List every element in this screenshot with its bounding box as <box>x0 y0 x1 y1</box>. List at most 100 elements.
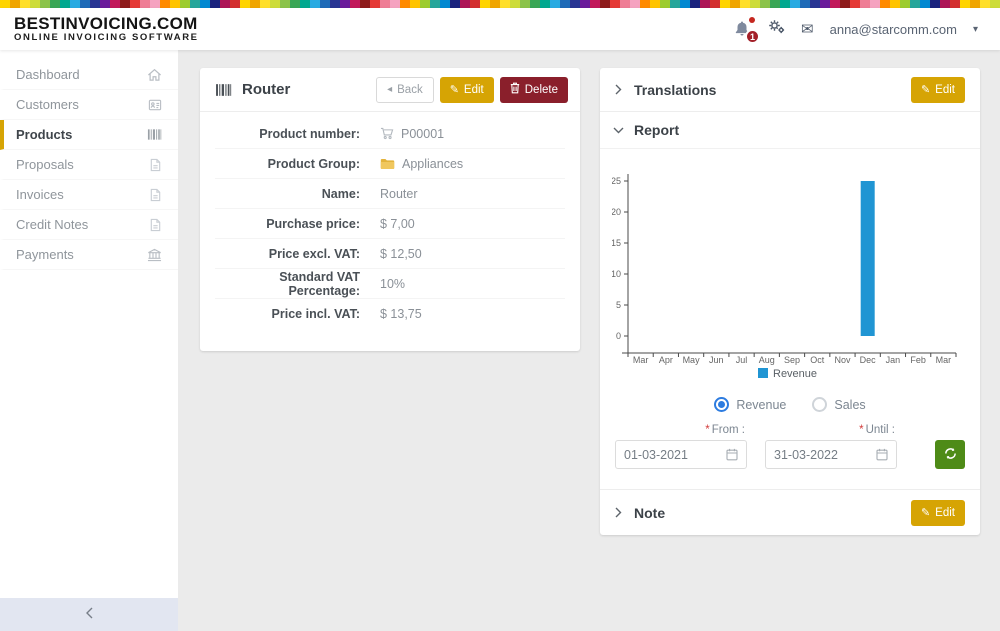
svg-text:25: 25 <box>612 176 621 186</box>
sidebar: Dashboard Customers Products Proposals I… <box>0 50 178 631</box>
edit-product-button[interactable]: ✎ Edit <box>440 77 494 103</box>
report-type-radios: Revenue Sales <box>600 391 980 414</box>
refresh-report-button[interactable] <box>935 440 965 469</box>
field-price-incl-vat: Price incl. VAT: $ 13,75 <box>215 299 565 329</box>
radio-circle-icon <box>812 397 827 412</box>
main-content: Router ◂ Back ✎ Edit Delete <box>178 50 1000 631</box>
svg-text:Oct: Oct <box>810 355 825 365</box>
from-date-input[interactable]: 01-03-2021 <box>615 440 747 469</box>
sidebar-item-invoices[interactable]: Invoices <box>0 180 178 210</box>
notifications-button[interactable]: 1 <box>734 20 752 38</box>
svg-text:15: 15 <box>612 238 621 248</box>
translations-section-header[interactable]: Translations ✎ Edit <box>600 68 980 112</box>
folder-icon <box>380 158 395 170</box>
sidebar-item-payments[interactable]: Payments <box>0 240 178 270</box>
file-pdf-icon <box>149 188 162 202</box>
id-card-icon <box>148 98 162 112</box>
sidebar-item-products[interactable]: Products <box>0 120 178 150</box>
notification-badge: 1 <box>745 29 760 44</box>
svg-text:Mar: Mar <box>936 355 952 365</box>
until-label: *Until : <box>765 424 897 440</box>
file-pdf-icon <box>149 158 162 172</box>
chevron-right-icon <box>615 84 622 95</box>
svg-text:Nov: Nov <box>834 355 851 365</box>
brand-title: BESTINVOICING.COM <box>14 14 199 34</box>
pencil-icon: ✎ <box>450 83 459 96</box>
svg-text:5: 5 <box>616 300 621 310</box>
svg-text:Aug: Aug <box>759 355 775 365</box>
product-detail-card: Router ◂ Back ✎ Edit Delete <box>200 68 580 351</box>
refresh-icon <box>944 447 957 463</box>
sidebar-item-label: Proposals <box>16 157 74 172</box>
file-pdf-icon <box>149 218 162 232</box>
svg-text:Mar: Mar <box>633 355 649 365</box>
sidebar-item-label: Customers <box>16 97 79 112</box>
chevron-right-icon <box>615 507 622 518</box>
svg-text:Sep: Sep <box>784 355 800 365</box>
field-purchase-price: Purchase price: $ 7,00 <box>215 209 565 239</box>
svg-text:Dec: Dec <box>860 355 877 365</box>
field-product-group: Product Group: Appliances <box>215 149 565 179</box>
sidebar-item-label: Products <box>16 127 72 142</box>
sidebar-item-dashboard[interactable]: Dashboard <box>0 60 178 90</box>
user-email[interactable]: anna@starcomm.com <box>830 22 957 37</box>
calendar-icon <box>876 448 888 461</box>
sidebar-item-customers[interactable]: Customers <box>0 90 178 120</box>
delete-product-button[interactable]: Delete <box>500 77 568 103</box>
svg-text:May: May <box>683 355 701 365</box>
svg-text:10: 10 <box>612 269 621 279</box>
date-range-controls: *From : 01-03-2021 *Until : 31-03-2022 <box>600 414 980 489</box>
sidebar-item-label: Credit Notes <box>16 217 88 232</box>
field-name: Name: Router <box>215 179 565 209</box>
back-arrow-icon: ◂ <box>387 84 392 95</box>
edit-note-button[interactable]: ✎ Edit <box>911 500 965 526</box>
pencil-icon: ✎ <box>921 83 930 96</box>
sidebar-item-proposals[interactable]: Proposals <box>0 150 178 180</box>
radio-circle-icon <box>714 397 729 412</box>
app-header: BESTINVOICING.COM ONLINE INVOICING SOFTW… <box>0 8 1000 50</box>
svg-text:Revenue: Revenue <box>773 368 817 380</box>
sidebar-item-label: Payments <box>16 247 74 262</box>
until-date-input[interactable]: 31-03-2022 <box>765 440 897 469</box>
cart-icon <box>380 127 394 140</box>
sidebar-collapse-button[interactable] <box>0 598 178 631</box>
sidebar-item-label: Invoices <box>16 187 64 202</box>
svg-text:20: 20 <box>612 207 621 217</box>
trash-icon <box>510 82 520 97</box>
barcode-icon <box>147 128 162 141</box>
home-icon <box>147 68 162 82</box>
svg-text:Jun: Jun <box>709 355 724 365</box>
revenue-chart: 0510152025MarAprMayJunJulAugSepOctNovDec… <box>600 149 980 391</box>
product-group-link[interactable]: Appliances <box>402 157 463 171</box>
svg-text:Jul: Jul <box>736 355 748 365</box>
right-panel-card: Translations ✎ Edit Report 0510152025Mar… <box>600 68 980 535</box>
svg-text:Feb: Feb <box>910 355 926 365</box>
field-vat-percentage: Standard VAT Percentage: 10% <box>215 269 565 299</box>
report-section-header[interactable]: Report <box>600 112 980 149</box>
mail-icon[interactable]: ✉ <box>801 20 814 38</box>
edit-translations-button[interactable]: ✎ Edit <box>911 77 965 103</box>
svg-text:Jan: Jan <box>886 355 901 365</box>
pencil-icon: ✎ <box>921 506 930 519</box>
rainbow-top-stripe <box>0 0 1000 8</box>
notification-dot <box>749 17 755 23</box>
field-price-excl-vat: Price excl. VAT: $ 12,50 <box>215 239 565 269</box>
barcode-icon <box>215 83 232 97</box>
chevron-down-icon <box>615 125 622 136</box>
bank-icon <box>147 248 162 262</box>
field-product-number: Product number: P00001 <box>215 119 565 149</box>
sidebar-item-credit-notes[interactable]: Credit Notes <box>0 210 178 240</box>
radio-revenue[interactable]: Revenue <box>714 397 786 412</box>
page-title: Router <box>242 81 290 98</box>
settings-cogs-icon[interactable] <box>768 19 785 39</box>
note-section-header[interactable]: Note ✎ Edit <box>600 489 980 535</box>
calendar-icon <box>726 448 738 461</box>
sidebar-item-label: Dashboard <box>16 67 80 82</box>
brand-logo[interactable]: BESTINVOICING.COM ONLINE INVOICING SOFTW… <box>14 14 199 44</box>
user-menu-caret-icon[interactable]: ▾ <box>973 24 978 35</box>
bar-chart-svg: 0510152025MarAprMayJunJulAugSepOctNovDec… <box>612 162 968 386</box>
radio-sales[interactable]: Sales <box>812 397 865 412</box>
sidebar-spacer <box>0 270 178 598</box>
brand-subtitle: ONLINE INVOICING SOFTWARE <box>14 33 199 44</box>
back-button[interactable]: ◂ Back <box>376 77 434 103</box>
